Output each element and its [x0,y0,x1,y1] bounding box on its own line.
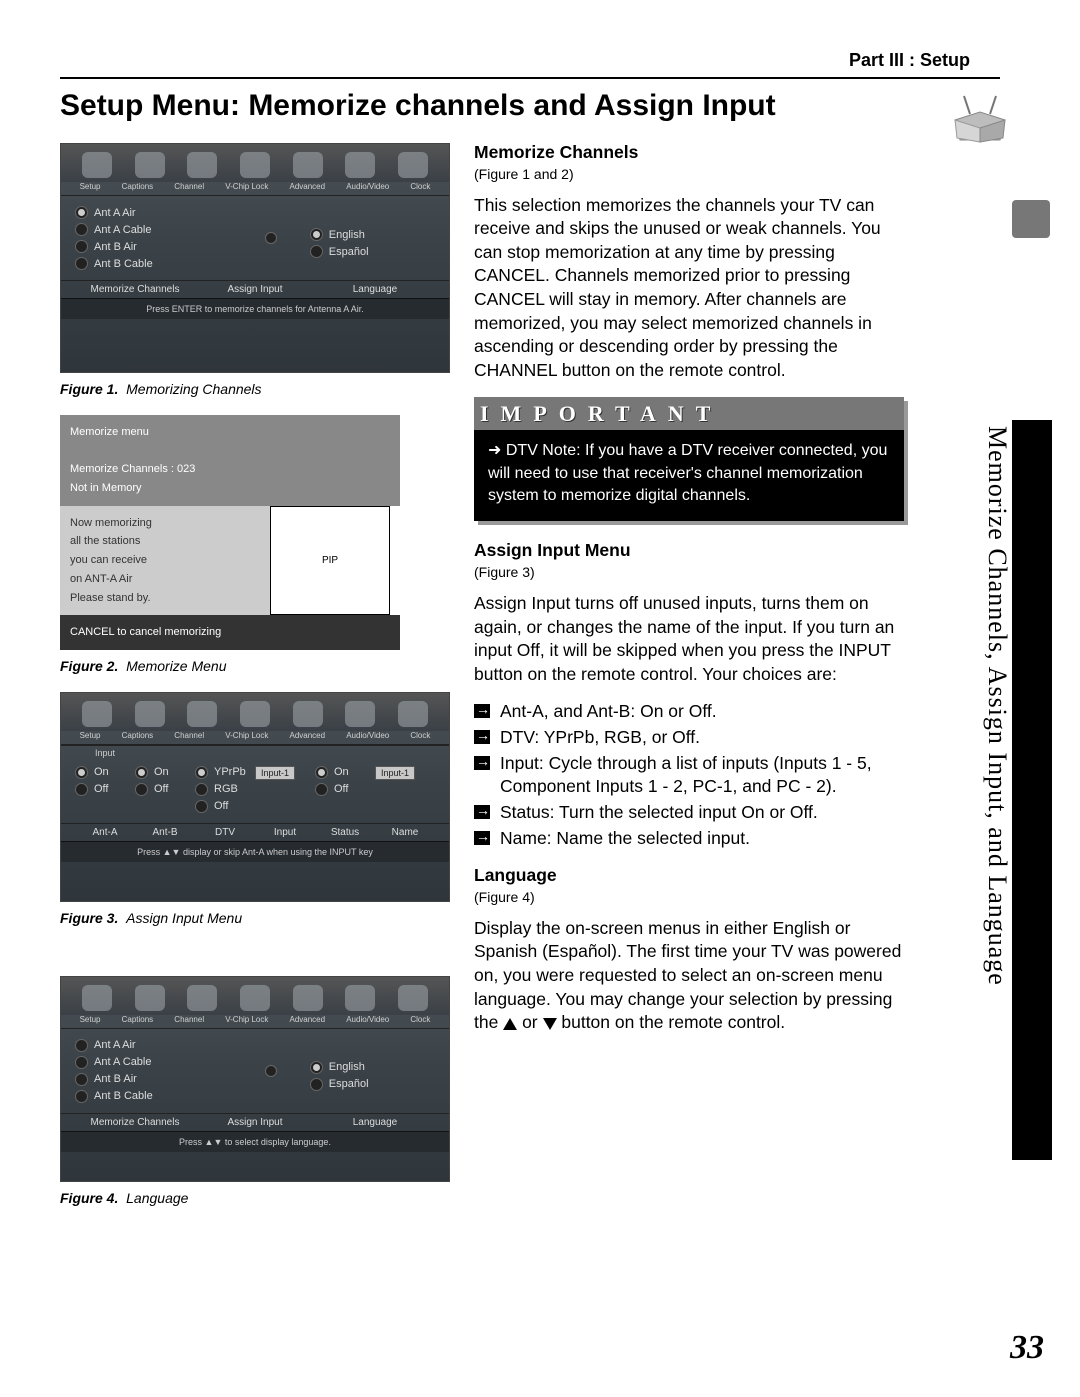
language-figref: (Figure 4) [474,888,904,907]
important-box: IMPORTANT ➜ DTV Note: If you have a DTV … [474,397,904,522]
figure-4-caption: Figure 4. Language [60,1190,450,1206]
text-column: Memorize Channels (Figure 1 and 2) This … [474,139,904,1206]
list-item: DTV: YPrPb, RGB, or Off. [474,726,904,750]
arrow-icon: ➜ [488,442,501,459]
box-illustration-icon [950,90,1010,145]
figure-1-caption: Figure 1. Memorizing Channels [60,381,450,397]
important-title: IMPORTANT [474,397,904,431]
list-item: Input: Cycle through a list of inputs (I… [474,752,904,799]
figures-column: SetupCaptionsChannelV-Chip LockAdvancedA… [60,139,450,1206]
language-body: Display the on-screen menus in either En… [474,917,904,1035]
up-triangle-icon [503,1018,517,1030]
side-tab-bar [1012,420,1052,1160]
list-item: Name: Name the selected input. [474,827,904,851]
figure-3: SetupCaptionsChannelV-Chip LockAdvancedA… [60,692,450,902]
memorize-body: This selection memorizes the channels yo… [474,194,904,383]
assign-figref: (Figure 3) [474,563,904,582]
list-item: Ant-A, and Ant-B: On or Off. [474,700,904,724]
page-header: Part III : Setup [60,50,1030,71]
figure-2-caption: Figure 2. Memorize Menu [60,658,450,674]
down-triangle-icon [543,1018,557,1030]
memorize-figref: (Figure 1 and 2) [474,165,904,184]
figure-4: SetupCaptionsChannelV-Chip LockAdvancedA… [60,976,450,1182]
header-rule [60,77,1000,79]
figure-3-caption: Figure 3. Assign Input Menu [60,910,450,926]
assign-body: Assign Input turns off unused inputs, tu… [474,592,904,687]
figure-2: Memorize menu Memorize Channels : 023 No… [60,415,400,650]
side-tab-label: Memorize Channels, Assign Input, and Lan… [982,426,1012,986]
memorize-heading: Memorize Channels [474,141,904,165]
page-number: 33 [1010,1329,1044,1367]
language-heading: Language [474,864,904,888]
list-item: Status: Turn the selected input On or Of… [474,801,904,825]
page-title: Setup Menu: Memorize channels and Assign… [60,89,810,123]
assign-heading: Assign Input Menu [474,539,904,563]
side-logo-icon [1012,200,1050,238]
important-text: DTV Note: If you have a DTV receiver con… [488,442,887,504]
assign-list: Ant-A, and Ant-B: On or Off. DTV: YPrPb,… [474,700,904,850]
figure-1: SetupCaptionsChannelV-Chip LockAdvancedA… [60,143,450,373]
